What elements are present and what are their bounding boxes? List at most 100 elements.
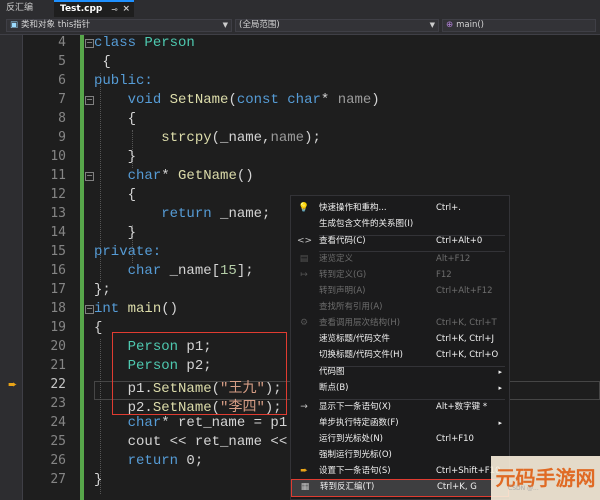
member-dropdown[interactable]: ⊕ main() [442,19,596,32]
code-line: } [94,149,136,165]
keyword: class [94,35,137,51]
menu-item-label: 生成包含文件的关系图(I) [319,219,414,229]
go-definition-icon: ↦ [300,270,308,280]
close-icon[interactable]: × [122,2,130,17]
menu-item-shortcut: Ctrl+K, Ctrl+T [436,318,497,328]
line-number: 9 [58,130,66,145]
code-line: public: [94,73,153,89]
menu-item-label: 断点(B) [319,383,349,393]
chevron-down-icon: ▼ [222,21,228,29]
code-token: ( [228,92,237,108]
code-token: * [161,168,179,184]
annotation-highlight-box [112,332,287,415]
menu-item-call-hierarchy[interactable]: ⚙ 查看调用层次结构(H) Ctrl+K, Ctrl+T [291,315,509,331]
pin-icon[interactable]: ⊸ [111,2,118,17]
function-name: main [127,301,162,317]
code-token: { [94,320,103,336]
menu-item-shortcut: Alt+数字键 * [436,402,488,412]
function-name: strcpy [161,130,212,146]
menu-item-label: 单步执行特定函数(F) [319,418,399,428]
code-token: { [127,187,137,203]
menu-item-label: 转到定义(G) [319,270,367,280]
menu-item-label: 查找所有引用(A) [319,302,383,312]
menu-item-run-to-cursor[interactable]: 运行到光标处(N) Ctrl+F10 [291,431,509,447]
menu-item-view-code[interactable]: <> 查看代码(C) Ctrl+Alt+0 [291,233,509,249]
code-line: char* ret_name = p1.Ge [94,415,313,431]
menu-item-step-into-specific[interactable]: 单步执行特定函数(F) ▸ [291,415,509,431]
collapse-icon[interactable]: − [85,172,94,181]
menu-item-label: 转到声明(A) [319,286,366,296]
code-token: * [320,92,338,108]
keyword: char [127,415,162,431]
menu-item-label: 强制运行到光标(O) [319,450,392,460]
menu-item-peek-header[interactable]: 速览标题/代码文件 Ctrl+K, Ctrl+J [291,331,509,347]
menu-item-toggle-header[interactable]: 切换标题/代码文件(H) Ctrl+K, Ctrl+O [291,347,509,363]
editor-context-menu: 💡 快速操作和重构... Ctrl+. 生成包含文件的关系图(I) <> 查看代码(C… [290,195,510,500]
code-token: _name[ [161,263,221,279]
menu-item-set-next-statement[interactable]: ➨ 设置下一条语句(S) Ctrl+Shift+F10 [291,463,509,479]
menu-item-breakpoint[interactable]: 断点(B) ▸ [291,380,509,396]
menu-item-peek-definition[interactable]: ▤ 速览定义 Alt+F12 [291,251,509,267]
menu-item-force-run-to-cursor[interactable]: 强制运行到光标(O) [291,447,509,463]
menu-item-show-next-statement[interactable]: → 显示下一条语句(X) Alt+数字键 * [291,399,509,415]
source-watermark: CSDN @... [508,485,539,492]
menu-item-quick-actions[interactable]: 💡 快速操作和重构... Ctrl+. [291,200,509,216]
project-scope-value: 类和对象 this指针 [21,20,91,30]
glyph-margin[interactable] [0,35,23,500]
global-scope-dropdown[interactable]: (全局范围) ▼ [235,19,439,32]
menu-item-go-to-disassembly[interactable]: ▦ 转到反汇编(T) Ctrl+K, G [291,479,509,497]
line-number: 21 [50,358,66,373]
line-number: 5 [58,54,66,69]
parameter: name [337,92,372,108]
code-token: () [161,301,179,317]
arrow-right-icon: → [300,402,308,412]
menu-item-shortcut: Ctrl+K, G [437,482,477,492]
tab-label: 反汇编 [6,3,34,13]
code-line: { [94,54,110,70]
line-number: 4 [58,35,66,50]
collapse-icon[interactable]: − [85,96,94,105]
code-token: 0; [178,453,204,469]
code-token: } [127,225,137,241]
menu-item-shortcut: Ctrl+K, Ctrl+O [436,350,499,360]
menu-item-find-all-references[interactable]: 查找所有引用(A) [291,299,509,315]
keyword: char [127,168,162,184]
line-number: 24 [50,415,66,430]
code-token: cout << ret_name << e [127,434,305,450]
code-token: () [236,168,254,184]
collapse-icon[interactable]: − [85,39,94,48]
code-line: }; [94,282,111,298]
code-token: (_name, [211,130,271,146]
number-literal: 15 [220,263,237,279]
line-number: 25 [50,434,66,449]
menu-item-go-to-definition[interactable]: ↦ 转到定义(G) F12 [291,267,509,283]
menu-item-generate-graph[interactable]: 生成包含文件的关系图(I) [291,216,509,232]
code-token: } [94,472,103,488]
code-icon: <> [297,236,313,246]
code-line: } [94,225,136,241]
menu-item-label: 设置下一条语句(S) [319,466,391,476]
menu-item-label: 代码图 [319,367,345,377]
site-watermark-logo: 元码手游网 [491,456,600,500]
menu-item-label: 速览标题/代码文件 [319,334,390,344]
type-name: Person [144,35,195,51]
keyword: return [127,453,179,469]
menu-item-shortcut: Ctrl+. [436,203,461,213]
keyword: int [94,301,120,317]
code-token: { [127,111,137,127]
code-token: ); [304,130,321,146]
project-scope-dropdown[interactable]: ▣ 类和对象 this指针 ▼ [6,19,232,32]
keyword: private: [94,244,162,260]
keyword: void [127,92,162,108]
line-number: 12 [50,187,66,202]
menu-item-go-to-declaration[interactable]: 转到声明(A) Ctrl+Alt+F12 [291,283,509,299]
code-line: int main() [94,301,178,317]
tab-test-cpp[interactable]: Test.cpp ⊸ × [54,0,134,17]
keyword: char [287,92,321,108]
collapse-icon[interactable]: − [85,305,94,314]
navigation-bar: ▣ 类和对象 this指针 ▼ (全局范围) ▼ ⊕ main() [0,17,600,35]
tab-disassembly[interactable]: 反汇编 [0,0,54,17]
code-token: _name; [211,206,271,222]
menu-item-code-map[interactable]: 代码图 ▸ [291,364,509,380]
code-token: ]; [236,263,254,279]
